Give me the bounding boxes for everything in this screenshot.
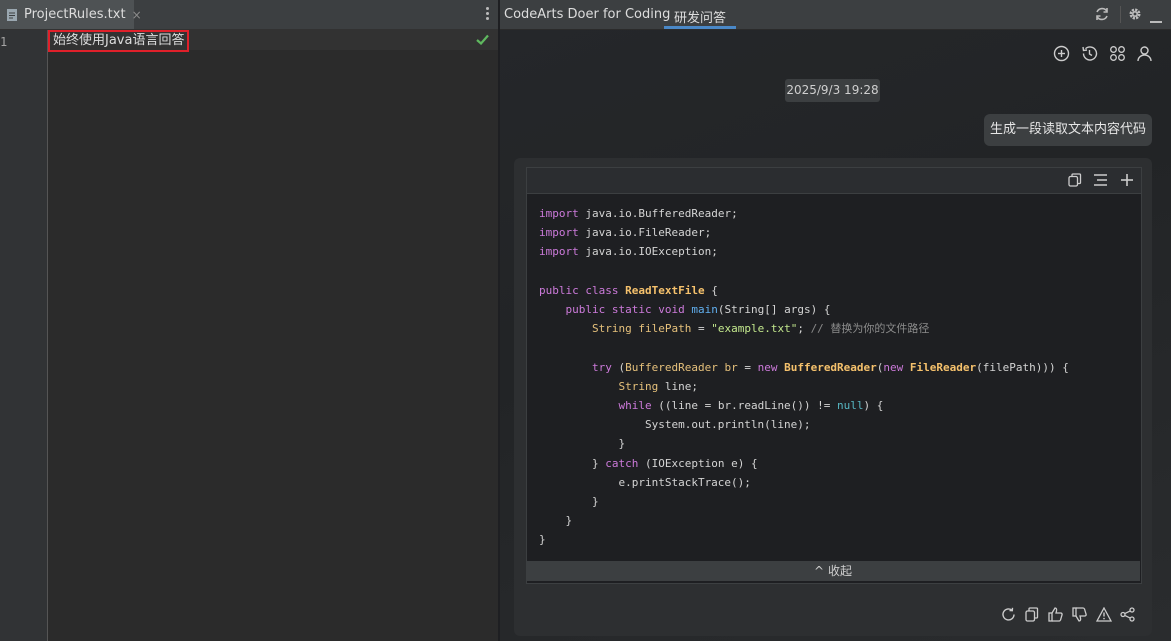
editor-tab-bar: ProjectRules.txt × [0,0,498,30]
active-tab-indicator [664,26,736,29]
more-vertical-icon[interactable] [486,7,490,21]
message-timestamp: 2025/9/3 19:28 [785,79,880,102]
report-icon[interactable] [1095,606,1113,626]
assistant-pane: CodeArts Doer for Coding 研发问答 2025/9/3 1… [500,0,1171,641]
editor-tab-projectrules[interactable]: ProjectRules.txt × [0,0,142,29]
format-icon[interactable] [1093,173,1108,191]
chevron-up-icon: ^ [814,564,825,578]
user-message-bubble: 生成一段读取文本内容代码 [984,114,1152,146]
refresh-icon[interactable] [1094,6,1110,26]
thumbs-up-icon[interactable] [1048,607,1063,626]
tab-dev-qa-label: 研发问答 [673,11,726,26]
regenerate-icon[interactable] [1001,607,1016,626]
insert-icon[interactable] [1120,173,1134,191]
tab-dev-qa[interactable]: 研发问答 [664,0,736,29]
user-icon[interactable] [1136,45,1153,66]
code-toolbar [527,168,1141,194]
share-icon[interactable] [1120,607,1135,626]
assistant-header: CodeArts Doer for Coding 研发问答 [500,0,1171,30]
code-content[interactable]: import java.io.BufferedReader; import ja… [539,204,1069,550]
check-icon [476,34,489,49]
line-number: 1 [0,35,8,49]
text-file-icon [7,8,17,21]
minimize-icon[interactable] [1150,13,1162,28]
close-icon[interactable]: × [132,8,142,22]
history-icon[interactable] [1081,45,1098,66]
assistant-answer-card: import java.io.BufferedReader; import ja… [514,158,1152,636]
header-separator [1120,6,1121,23]
collapse-button[interactable]: ^ 收起 [526,561,1140,581]
code-block: import java.io.BufferedReader; import ja… [526,167,1142,584]
new-chat-icon[interactable] [1053,45,1070,66]
collapse-label: 收起 [827,564,852,578]
editor-tab-label: ProjectRules.txt [24,7,126,22]
panel-title[interactable]: CodeArts Doer for Coding [504,7,670,22]
apps-icon[interactable] [1109,45,1126,66]
line-gutter: 1 [0,30,48,641]
settings-icon[interactable] [1127,6,1143,26]
thumbs-down-icon[interactable] [1072,607,1087,626]
copy-icon[interactable] [1025,607,1039,626]
rule-text-line[interactable]: 始终使用Java语言回答 [48,30,190,52]
copy-icon[interactable] [1068,173,1082,191]
editor-pane: ProjectRules.txt × 1 始终使用Java语言回答 [0,0,498,641]
